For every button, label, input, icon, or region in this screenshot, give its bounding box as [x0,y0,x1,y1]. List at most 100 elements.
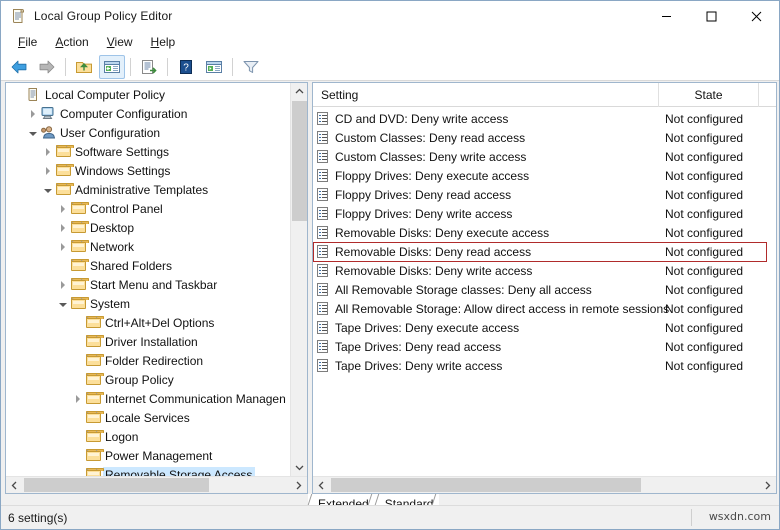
up-one-level-button[interactable] [71,55,97,79]
close-button[interactable] [734,1,779,31]
filter-button[interactable] [238,55,264,79]
tree-item[interactable]: Administrative Templates [6,180,290,199]
tree-item[interactable]: Shared Folders [6,256,290,275]
column-header-state[interactable]: State [659,82,759,107]
settings-row[interactable]: Removable Disks: Deny read access Not con… [313,242,776,261]
show-hide-action-pane-button[interactable] [201,55,227,79]
folder-icon [70,256,89,275]
folder-icon [85,389,104,408]
expand-arrow-icon[interactable] [40,142,55,161]
chevron-right-icon[interactable] [290,477,307,494]
expand-arrow-icon[interactable] [55,237,70,256]
menu-help[interactable]: Help [142,33,185,51]
settings-row[interactable]: Tape Drives: Deny execute access Not conf… [313,318,776,337]
collapse-arrow-icon[interactable] [25,123,40,142]
tree-item[interactable]: Desktop [6,218,290,237]
settings-row[interactable]: Removable Disks: Deny execute access Not … [313,223,776,242]
chevron-left-icon[interactable] [313,477,330,494]
tree-scroll-thumb[interactable] [292,101,307,221]
chevron-down-icon[interactable] [291,459,308,476]
console-tree-pane: Local Computer Policy Computer Configurat… [5,82,308,494]
tree-item[interactable]: Software Settings [6,142,290,161]
tree-item-label: Shared Folders [90,258,173,273]
settings-list[interactable]: CD and DVD: Deny write access Not configu… [313,107,776,476]
list-horizontal-scrollbar[interactable] [313,476,776,493]
export-list-button[interactable] [136,55,162,79]
tree-item[interactable]: Group Policy [6,370,290,389]
settings-row[interactable]: All Removable Storage: Allow direct acce… [313,299,776,318]
settings-row-state: Not configured [665,206,744,221]
folder-icon [85,351,104,370]
policy-setting-icon [313,318,335,337]
tree-item-label: User Configuration [60,125,161,140]
chevron-up-icon[interactable] [291,83,308,100]
policy-setting-icon [313,280,335,299]
settings-row-name: Removable Disks: Deny execute access [335,225,550,240]
help-button[interactable]: ? [173,55,199,79]
menu-file[interactable]: File [9,33,46,51]
tree-item[interactable]: Windows Settings [6,161,290,180]
chevron-left-icon[interactable] [6,477,23,494]
expand-arrow-icon[interactable] [70,389,85,408]
expand-arrow-icon[interactable] [55,218,70,237]
tree-item[interactable]: Removable Storage Access [6,465,290,476]
settings-row[interactable]: Tape Drives: Deny write access Not config… [313,356,776,375]
status-bar: 6 setting(s) wsxdn.com [1,505,779,529]
tree-vertical-scrollbar[interactable] [290,83,307,476]
policy-setting-icon [313,109,335,128]
expand-arrow-icon[interactable] [55,275,70,294]
tree-item[interactable]: Internet Communication Managen [6,389,290,408]
policy-tree[interactable]: Local Computer Policy Computer Configurat… [6,83,290,476]
tree-item-label: Driver Installation [105,334,198,349]
tree-item[interactable]: System [6,294,290,313]
maximize-button[interactable] [689,1,734,31]
forward-button[interactable] [34,55,60,79]
tree-item[interactable]: Computer Configuration [6,104,290,123]
settings-row-name: All Removable Storage classes: Deny all … [335,282,592,297]
folder-icon [85,427,104,446]
minimize-button[interactable] [644,1,689,31]
tree-hscroll-thumb[interactable] [24,478,209,492]
expand-arrow-icon[interactable] [40,161,55,180]
settings-row[interactable]: Floppy Drives: Deny read access Not confi… [313,185,776,204]
tree-item-label: Folder Redirection [105,353,204,368]
tree-item[interactable]: Network [6,237,290,256]
settings-row-state: Not configured [665,130,744,145]
tree-item[interactable]: Ctrl+Alt+Del Options [6,313,290,332]
chevron-right-icon[interactable] [759,477,776,494]
settings-row[interactable]: Removable Disks: Deny write access Not co… [313,261,776,280]
back-button[interactable] [6,55,32,79]
folder-icon [85,446,104,465]
policy-setting-icon [313,185,335,204]
list-hscroll-thumb[interactable] [331,478,641,492]
tree-item[interactable]: Locale Services [6,408,290,427]
collapse-arrow-icon[interactable] [55,294,70,313]
tree-horizontal-scrollbar[interactable] [6,476,307,493]
tree-item[interactable]: Start Menu and Taskbar [6,275,290,294]
tree-item[interactable]: Power Management [6,446,290,465]
expand-arrow-icon[interactable] [25,104,40,123]
tree-item[interactable]: Logon [6,427,290,446]
tree-item[interactable]: Driver Installation [6,332,290,351]
column-header-setting[interactable]: Setting [313,82,659,107]
settings-row[interactable]: Floppy Drives: Deny write access Not conf… [313,204,776,223]
settings-row[interactable]: All Removable Storage classes: Deny all … [313,280,776,299]
status-divider [691,509,692,526]
expand-arrow-icon[interactable] [55,199,70,218]
settings-row[interactable]: Custom Classes: Deny read access Not conf… [313,128,776,147]
svg-text:?: ? [183,62,189,73]
settings-row[interactable]: CD and DVD: Deny write access Not configu… [313,109,776,128]
tree-item[interactable]: User Configuration [6,123,290,142]
tree-item[interactable]: Folder Redirection [6,351,290,370]
menu-action[interactable]: Action [46,33,97,51]
window-controls [644,1,779,31]
tree-item[interactable]: Local Computer Policy [6,85,290,104]
collapse-arrow-icon[interactable] [40,180,55,199]
menu-view[interactable]: View [98,33,142,51]
settings-row[interactable]: Tape Drives: Deny read access Not configu… [313,337,776,356]
show-hide-console-tree-button[interactable] [99,54,125,79]
settings-row[interactable]: Floppy Drives: Deny execute access Not co… [313,166,776,185]
settings-row[interactable]: Custom Classes: Deny write access Not con… [313,147,776,166]
tree-item[interactable]: Control Panel [6,199,290,218]
